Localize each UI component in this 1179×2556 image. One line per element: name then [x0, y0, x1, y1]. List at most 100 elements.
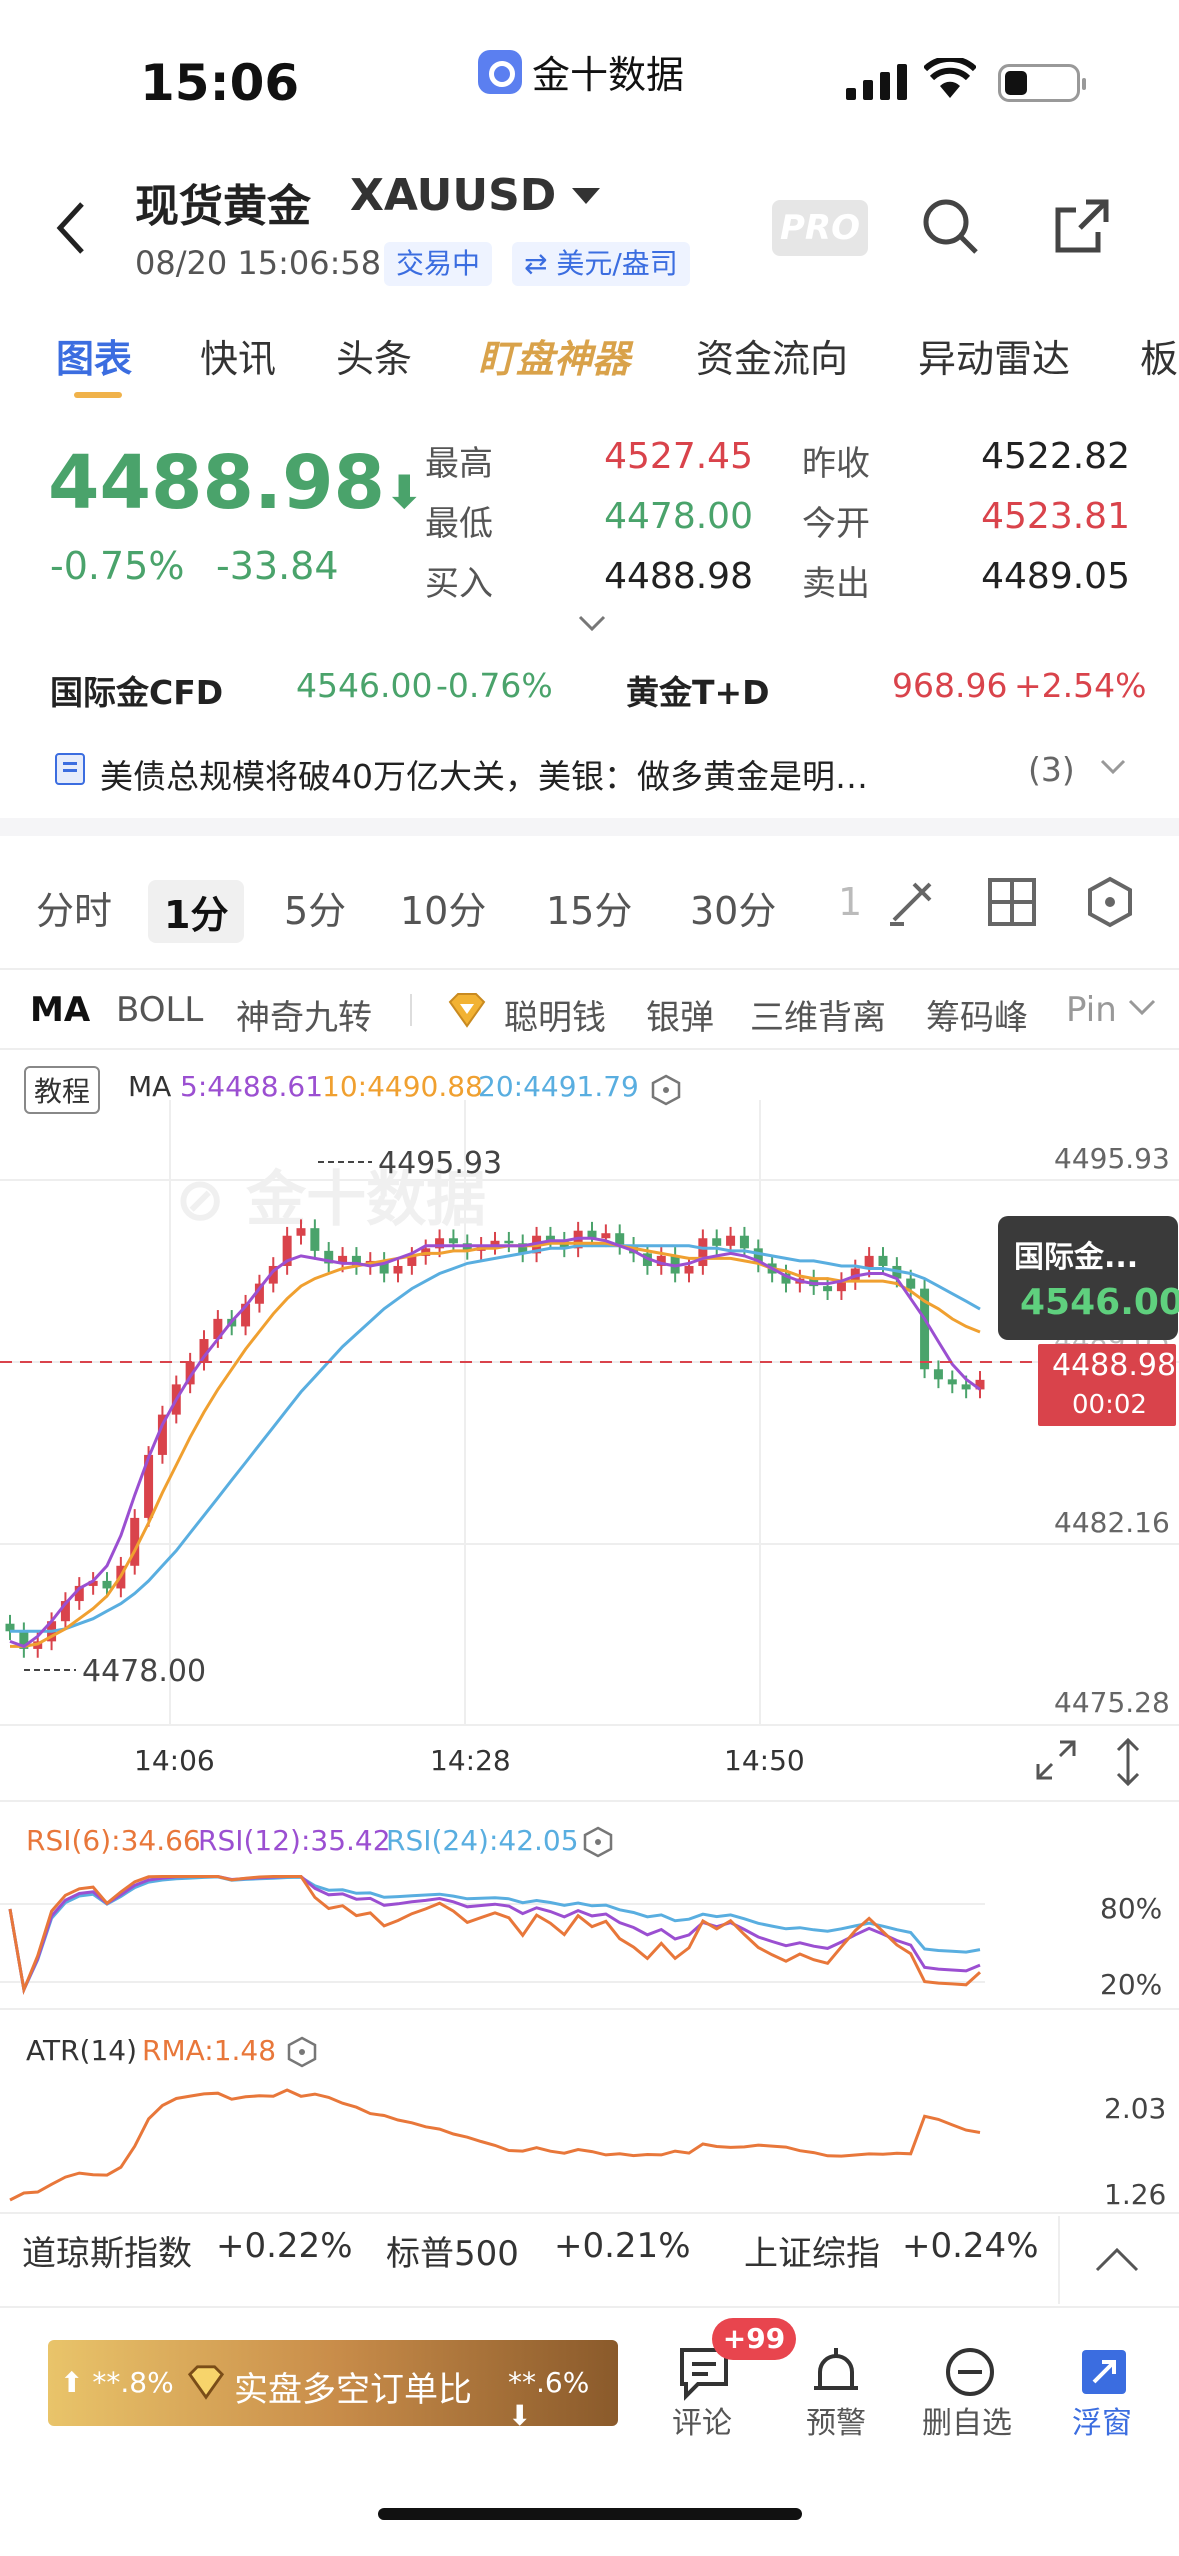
tab-fund-flow[interactable]: 资金流向: [696, 328, 848, 383]
tab-headlines[interactable]: 头条: [336, 328, 412, 383]
indicator-divergence[interactable]: 三维背离: [750, 990, 886, 1039]
candle-body: [947, 1379, 957, 1385]
indicator-more[interactable]: Pin: [1066, 990, 1117, 1030]
rsi6-label: RSI(6):34.66: [26, 1824, 201, 1857]
tab-sector[interactable]: 板: [1140, 328, 1178, 383]
candle-body: [102, 1580, 112, 1589]
rsi-chart: [0, 1875, 985, 1996]
candle-body: [906, 1278, 916, 1289]
draw-tool-icon[interactable]: [884, 874, 940, 930]
status-bar: 15:06 金十数据: [0, 0, 1179, 150]
indicator-chip-peak[interactable]: 筹码峰: [926, 990, 1028, 1039]
high-label: 最高: [425, 444, 493, 484]
ticker-spx-name[interactable]: 标普500: [386, 2226, 519, 2275]
long-short-banner[interactable]: ⬆ **.8% 实盘多空订单比 **.6% ⬇: [48, 2340, 618, 2432]
instrument-title: 现货黄金: [135, 181, 311, 232]
indicator-boll[interactable]: BOLL: [116, 990, 203, 1030]
candle-body: [712, 1238, 722, 1246]
expand-chevron-icon[interactable]: [578, 614, 606, 632]
interval-1m[interactable]: 1分: [148, 880, 245, 943]
td-label[interactable]: 黄金T+D: [626, 666, 770, 714]
chevron-down-icon[interactable]: [1128, 998, 1156, 1016]
rsi12-label: RSI(12):35.42: [198, 1824, 391, 1857]
instrument-symbol[interactable]: XAUUSD: [350, 170, 556, 221]
interval-5m[interactable]: 5分: [284, 880, 346, 935]
tab-chart[interactable]: 图表: [56, 328, 132, 383]
pro-button[interactable]: PRO: [772, 200, 868, 256]
ma5-line: [9, 1236, 981, 1649]
indicator-smart-money[interactable]: 聪明钱: [504, 990, 606, 1039]
candle-body: [310, 1228, 320, 1251]
ma20-label: 20:4491.79: [478, 1070, 639, 1103]
quote-datetime: 08/20 15:06:58: [135, 244, 382, 282]
rsi-tick: 80%: [1100, 1892, 1163, 1925]
remove-watchlist-label[interactable]: 删自选: [922, 2398, 1012, 2442]
interval-15m[interactable]: 15分: [546, 880, 632, 935]
alert-label[interactable]: 预警: [806, 2398, 866, 2442]
news-headline[interactable]: 美债总规模将破40万亿大关，美银：做多黄金是明…: [100, 750, 868, 798]
ask-label: 卖出: [802, 564, 870, 604]
currency-badge[interactable]: ⇄ 美元/盎司: [512, 242, 690, 286]
interval-10m[interactable]: 10分: [400, 880, 486, 935]
rsi24-line: [8, 1875, 981, 1995]
settings-hexagon-icon[interactable]: [1084, 876, 1136, 928]
active-tab-indicator: [74, 392, 122, 398]
low-label: 最低: [425, 504, 493, 544]
trading-status-badge: 交易中: [384, 242, 493, 286]
float-window-icon[interactable]: [1074, 2342, 1134, 2402]
divider: [1058, 2216, 1060, 2304]
chevron-up-icon[interactable]: [1094, 2244, 1140, 2274]
tab-flash[interactable]: 快讯: [200, 328, 276, 383]
settings-hexagon-icon[interactable]: [582, 1826, 614, 1858]
cfd-percent: -0.76%: [436, 666, 553, 705]
current-price: 4488.98: [1052, 1348, 1177, 1383]
candlestick-chart[interactable]: ⊘ 金十数据: [0, 1100, 1179, 1800]
price-tooltip[interactable]: 国际金... 4546.00: [998, 1216, 1179, 1340]
candle-body: [726, 1235, 736, 1246]
app-logo-icon: [478, 49, 522, 94]
tooltip-name: 国际金...: [1014, 1240, 1139, 1275]
comment-label[interactable]: 评论: [672, 2398, 732, 2442]
share-icon[interactable]: [1052, 196, 1112, 256]
ticker-sse-value: +0.24%: [902, 2226, 1039, 2266]
ticker-dji-name[interactable]: 道琼斯指数: [22, 2226, 192, 2275]
layout-grid-icon[interactable]: [986, 876, 1038, 928]
fullscreen-icon[interactable]: [1034, 1738, 1078, 1782]
ma5-label: 5:4488.61: [180, 1070, 324, 1103]
ticker-sse-name[interactable]: 上证综指: [744, 2226, 880, 2275]
settings-hexagon-icon[interactable]: [286, 2036, 318, 2068]
td-value: 968.96: [892, 666, 1008, 705]
y-tick: 4482.16: [1054, 1506, 1170, 1539]
bid-value: 4488.98: [604, 556, 753, 597]
tab-radar[interactable]: 异动雷达: [918, 328, 1070, 383]
divider: [0, 1048, 1179, 1050]
rma-label: RMA:1.48: [142, 2034, 277, 2067]
atr-tick: 1.26: [1104, 2178, 1167, 2211]
tab-watch-tool[interactable]: 盯盘神器: [478, 328, 630, 383]
ask-value: 4489.05: [981, 556, 1130, 597]
back-icon[interactable]: [52, 198, 92, 258]
atr-label: ATR(14): [26, 2034, 138, 2067]
cfd-label[interactable]: 国际金CFD: [50, 666, 223, 714]
indicator-silver-bullet[interactable]: 银弹: [646, 990, 714, 1039]
rsi12-line: [8, 1875, 981, 1995]
alert-bell-icon[interactable]: [806, 2342, 866, 2402]
last-price: 4488.98⬇: [48, 440, 424, 526]
interval-more[interactable]: 1: [838, 880, 862, 924]
candle-body: [504, 1240, 514, 1244]
indicator-td9[interactable]: 神奇九转: [236, 990, 372, 1039]
chevron-down-icon[interactable]: [1100, 758, 1126, 776]
chevron-down-icon[interactable]: [572, 188, 600, 204]
interval-30m[interactable]: 30分: [690, 880, 776, 935]
x-tick: 14:28: [430, 1744, 511, 1777]
search-icon[interactable]: [920, 196, 980, 256]
divider: [410, 994, 412, 1026]
remove-watchlist-icon[interactable]: [940, 2342, 1000, 2402]
vertical-resize-icon[interactable]: [1110, 1736, 1146, 1788]
x-tick: 14:50: [724, 1744, 805, 1777]
banner-text: 实盘多空订单比: [234, 2370, 472, 2410]
status-app: 金十数据: [478, 44, 684, 99]
interval-timeshare[interactable]: 分时: [36, 880, 112, 935]
float-window-label[interactable]: 浮窗: [1072, 2398, 1132, 2442]
indicator-ma[interactable]: MA: [30, 990, 90, 1030]
